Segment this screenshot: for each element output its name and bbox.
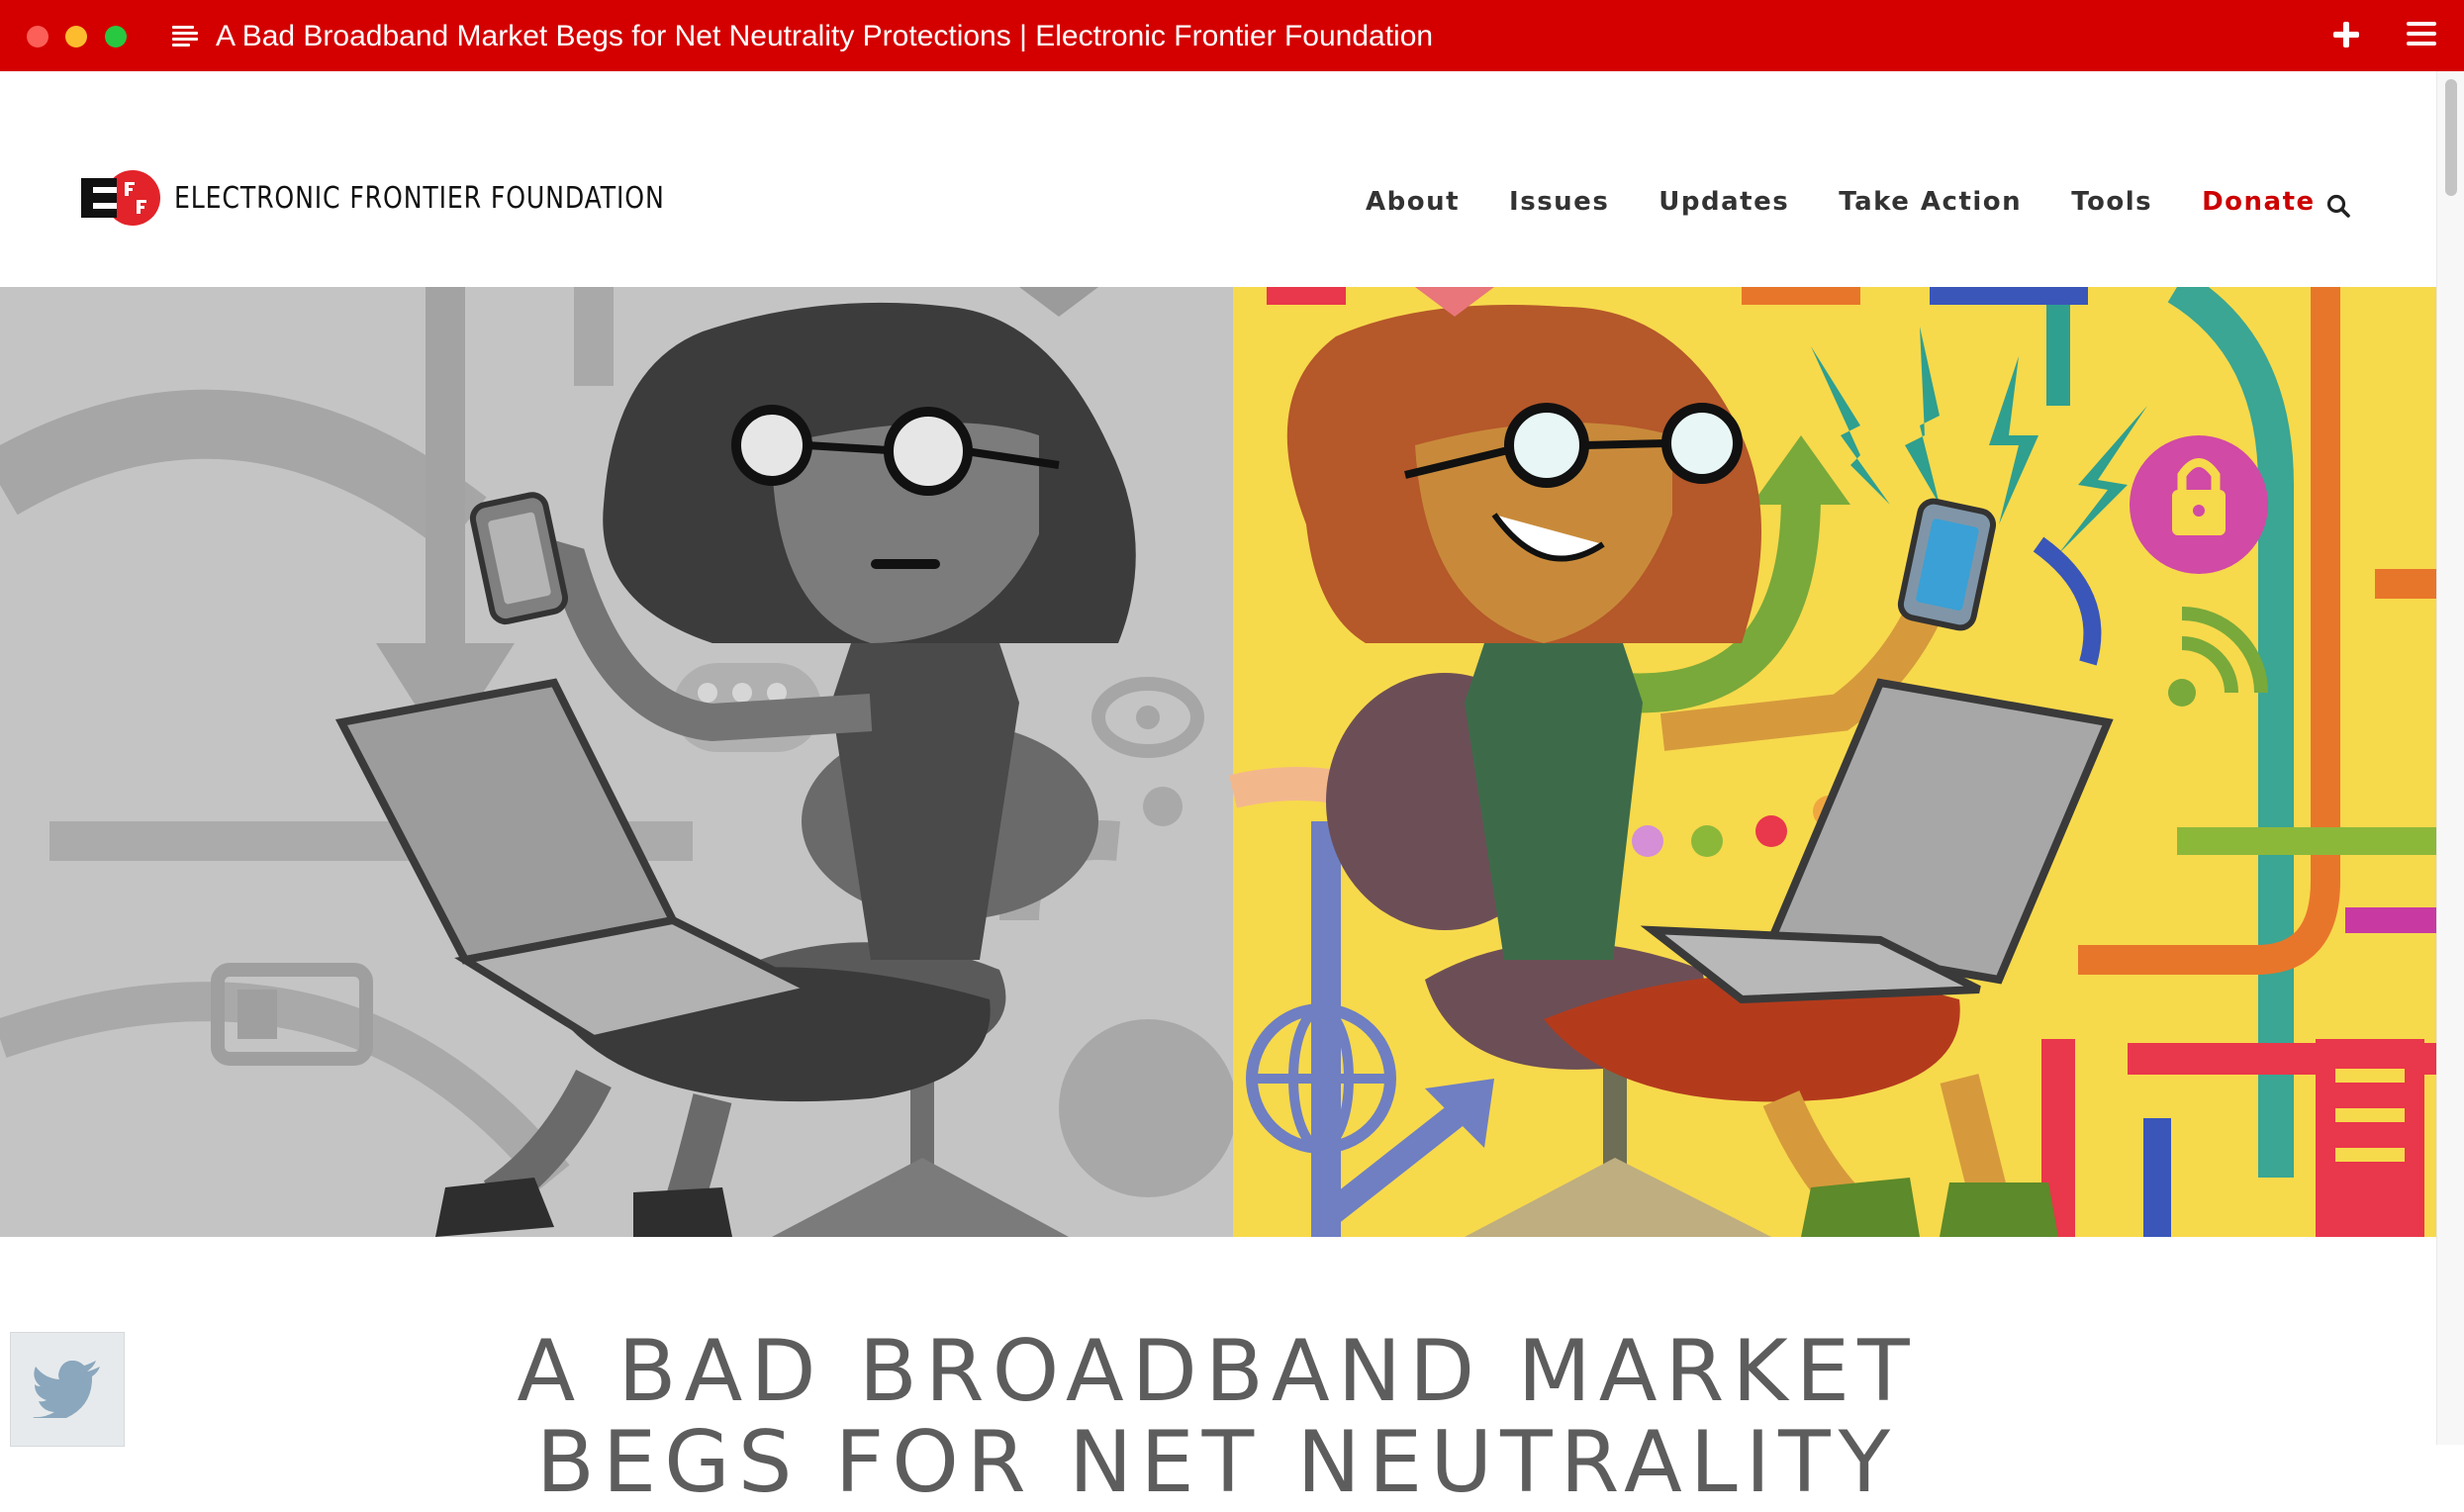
site-header: ELECTRONIC FRONTIER FOUNDATION About Iss… <box>0 71 2436 287</box>
page-scrollbar[interactable] <box>2436 71 2464 1445</box>
scrollbar-thumb[interactable] <box>2445 79 2457 196</box>
window-title: A Bad Broadband Market Begs for Net Neut… <box>216 20 1434 52</box>
nav-about[interactable]: About <box>1366 187 1460 217</box>
nav-issues[interactable]: Issues <box>1509 187 1609 217</box>
twitter-icon <box>33 1360 102 1423</box>
article-title: A BAD BROADBAND MARKET BEGS FOR NET NEUT… <box>517 1322 1918 1512</box>
eff-logo[interactable]: ELECTRONIC FRONTIER FOUNDATION <box>81 170 758 226</box>
reader-view-icon[interactable] <box>172 26 198 47</box>
new-tab-icon[interactable] <box>2331 20 2361 49</box>
nav-take-action[interactable]: Take Action <box>1839 187 2022 217</box>
close-window-button[interactable] <box>27 26 48 47</box>
main-navigation: About Issues Updates Take Action Tools D… <box>1366 187 2365 217</box>
eff-logo-icon <box>81 170 160 226</box>
hamburger-menu-icon[interactable] <box>2407 22 2436 47</box>
search-icon[interactable] <box>2325 193 2351 219</box>
twitter-share-button[interactable] <box>10 1332 125 1447</box>
color-panel <box>1229 287 2436 1237</box>
nav-donate[interactable]: Donate <box>2202 187 2316 217</box>
grayscale-panel <box>0 287 1237 1237</box>
hero-illustration <box>0 287 2436 1237</box>
minimize-window-button[interactable] <box>65 26 87 47</box>
nav-tools[interactable]: Tools <box>2071 187 2152 217</box>
window-titlebar: A Bad Broadband Market Begs for Net Neut… <box>0 0 2464 71</box>
zoom-window-button[interactable] <box>105 26 127 47</box>
logo-text: ELECTRONIC FRONTIER FOUNDATION <box>174 180 665 216</box>
nav-updates[interactable]: Updates <box>1658 187 1789 217</box>
